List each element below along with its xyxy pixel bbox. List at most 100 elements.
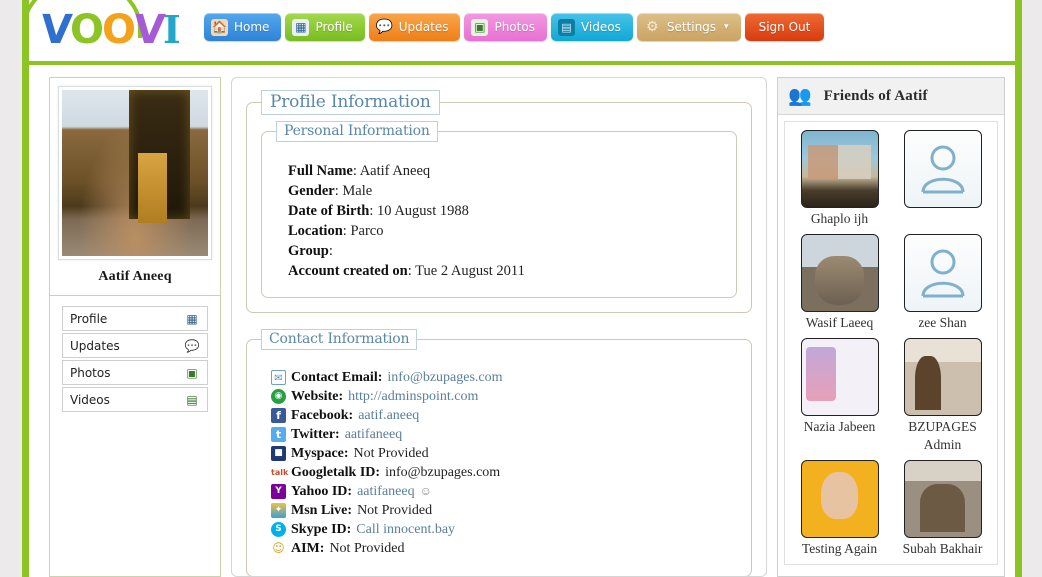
friend-thumbnail[interactable] [800, 130, 879, 208]
friends-sidebar: 👥 Friends of Aatif Ghaplo ijh Wasif Laee… [777, 77, 1005, 577]
friend-thumbnail[interactable] [800, 460, 879, 538]
two-people-icon: 👥 [788, 85, 812, 107]
contact-value[interactable]: aatif.aneeq [358, 406, 419, 425]
contact-row-aim: ☺ AIM: Not Provided [271, 539, 737, 558]
contact-label: Website: [291, 389, 344, 404]
logo-letter-1: V [39, 7, 72, 53]
nav-label-photos: Photos [494, 20, 535, 34]
gtalk-icon: talk [271, 465, 288, 480]
page-body: Aatif Aneeq Profile ▦ Updates 💬 Photos ▣… [29, 69, 1015, 577]
contact-row-myspace: ■ Myspace: Not Provided [271, 444, 737, 463]
nav-label-profile: Profile [315, 20, 353, 34]
contact-label: Msn Live: [291, 503, 353, 518]
info-row: Gender: Male [288, 183, 373, 199]
sidebar-item-updates[interactable]: Updates 💬 [62, 333, 208, 358]
friend-item[interactable]: Subah Bakhair [892, 458, 993, 560]
friend-name[interactable]: BZUPAGES Admin [892, 418, 993, 454]
contact-row-facebook: f Facebook: aatif.aneeq [271, 406, 737, 425]
friend-item[interactable]: zee Shan [892, 232, 993, 334]
sidebar-item-profile[interactable]: Profile ▦ [62, 306, 208, 331]
friend-name[interactable]: zee Shan [892, 314, 993, 332]
nav-label-settings: Settings [666, 20, 717, 34]
chevron-down-icon: ▾ [724, 22, 729, 32]
contact-value[interactable]: http://adminspoint.com [348, 387, 478, 406]
friend-item[interactable]: Nazia Jabeen [789, 336, 890, 456]
nav-label-updates: Updates [398, 20, 449, 34]
contact-label: Twitter: [291, 427, 340, 442]
friend-thumbnail[interactable] [800, 234, 879, 312]
house-icon: 🏠 [211, 18, 228, 36]
nav-item-profile[interactable]: ▦ Profile [285, 13, 365, 41]
contact-information-section: Contact Information ✉ Contact Email: inf… [246, 329, 752, 576]
friends-title: Friends of Aatif [823, 87, 928, 104]
yahoo-status-icon: ☺ [419, 484, 432, 498]
info-label: Location [288, 223, 343, 239]
friend-name[interactable]: Subah Bakhair [892, 540, 993, 558]
info-row: Date of Birth: 10 August 1988 [288, 203, 469, 219]
contact-value: info@bzupages.com [385, 465, 501, 480]
picture-icon: ▣ [186, 365, 198, 380]
friend-item[interactable] [892, 128, 993, 230]
nav-item-videos[interactable]: ▤ Videos [550, 13, 633, 41]
contact-label: Googletalk ID: [291, 465, 381, 480]
contact-row-twitter: t Twitter: aatifaneeq [271, 425, 737, 444]
info-label: Account created on [288, 263, 408, 279]
sidebar-menu: Profile ▦ Updates 💬 Photos ▣ Videos ▤ [50, 296, 220, 426]
nav-label-home: Home [234, 20, 270, 34]
friend-thumbnail[interactable] [800, 338, 879, 416]
nav-item-home[interactable]: 🏠 Home [204, 13, 282, 41]
friend-item[interactable]: Ghaplo ijh [789, 128, 890, 230]
nav-item-photos[interactable]: ▣ Photos [464, 13, 547, 41]
contact-value[interactable]: aatifaneeq [357, 482, 415, 501]
friend-thumbnail-placeholder[interactable] [903, 130, 982, 208]
avatar-frame [58, 86, 212, 260]
info-value: Male [342, 183, 373, 199]
site-logo[interactable]: VOOVI [39, 7, 180, 53]
chat-icon: 💬 [375, 18, 394, 35]
contact-value[interactable]: Call innocent.bay [356, 520, 455, 539]
contact-value: Not Provided [357, 503, 433, 518]
friend-name[interactable]: Wasif Laeeq [789, 314, 890, 332]
contact-information-list: ✉ Contact Email: info@bzupages.com ◉ Web… [271, 368, 737, 558]
friend-thumbnail[interactable] [903, 338, 982, 416]
contact-row-msn: ✦ Msn Live: Not Provided [271, 501, 737, 520]
nav-label-sign-out: Sign Out [758, 20, 811, 34]
avatar[interactable] [62, 90, 208, 256]
info-row: Account created on: Tue 2 August 2011 [288, 263, 525, 279]
contact-row-email: ✉ Contact Email: info@bzupages.com [271, 368, 737, 387]
friends-header: 👥 Friends of Aatif [778, 78, 1004, 115]
nav-label-videos: Videos [580, 20, 621, 34]
friend-item[interactable]: Testing Again [789, 458, 890, 560]
contact-value: Not Provided [329, 541, 405, 556]
friend-name[interactable]: Testing Again [789, 540, 890, 558]
friend-name[interactable]: Ghaplo ijh [789, 210, 890, 228]
personal-information-section: Personal Information Full Name: Aatif An… [261, 121, 737, 298]
friend-item[interactable]: BZUPAGES Admin [892, 336, 993, 456]
sidebar-item-label: Photos [70, 365, 111, 380]
friends-grid: Ghaplo ijh Wasif Laeeq zee Shan Nazia Ja… [784, 121, 998, 565]
contact-label: Contact Email: [291, 370, 383, 385]
id-card-icon: ▦ [186, 311, 198, 326]
sidebar-item-photos[interactable]: Photos ▣ [62, 360, 208, 385]
nav-item-settings[interactable]: ⚙ Settings ▾ [636, 13, 741, 41]
friend-name[interactable]: Nazia Jabeen [789, 418, 890, 436]
contact-value[interactable]: aatifaneeq [345, 425, 403, 444]
nav-item-updates[interactable]: 💬 Updates [368, 13, 461, 41]
profile-information-legend: Profile Information [261, 90, 440, 115]
sidebar-item-label: Videos [70, 392, 110, 407]
contact-value[interactable]: info@bzupages.com [387, 368, 502, 387]
friend-item[interactable]: Wasif Laeeq [789, 232, 890, 334]
sidebar-item-label: Profile [70, 311, 108, 326]
sidebar-item-videos[interactable]: Videos ▤ [62, 387, 208, 412]
friend-thumbnail[interactable] [903, 460, 982, 538]
gear-icon: ⚙ [646, 18, 659, 35]
profile-user-name: Aatif Aneeq [98, 269, 172, 284]
info-value: 10 August 1988 [377, 203, 469, 219]
twitter-icon: t [271, 427, 286, 442]
friend-thumbnail-placeholder[interactable] [903, 234, 982, 312]
chat-bubbles-icon: 💬 [184, 338, 200, 353]
contact-value: Not Provided [353, 446, 429, 461]
msn-icon: ✦ [271, 503, 286, 518]
nav-item-sign-out[interactable]: Sign Out [744, 13, 825, 41]
contact-label: Skype ID: [291, 522, 352, 537]
